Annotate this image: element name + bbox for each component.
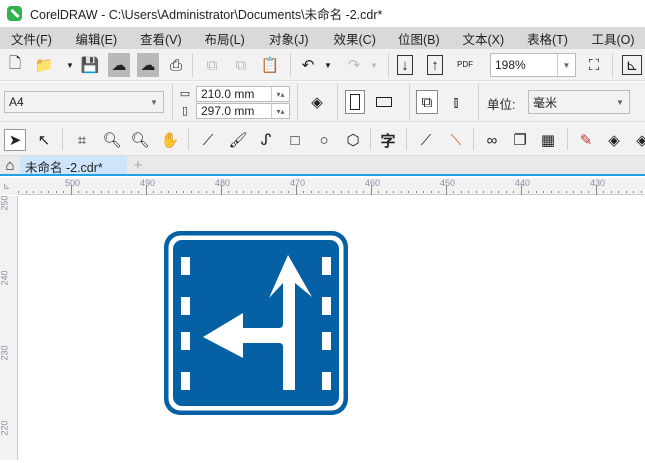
cut-icon[interactable]: ⧉ (202, 55, 222, 75)
menu-bitmaps[interactable]: 位图(B) (387, 29, 452, 48)
export-cloud-icon[interactable]: ☁ (137, 53, 159, 77)
smart-fill-icon[interactable]: ◈ (632, 130, 645, 150)
page-size-dropdown-icon[interactable]: ▼ (145, 92, 163, 112)
document-tab-bar: ⌂ 未命名 -2.cdr* + (0, 156, 645, 176)
all-pages-button[interactable]: ⧉ (416, 90, 438, 114)
dimension-tool-icon[interactable]: ⟋ (416, 130, 436, 150)
undo-dropdown-icon[interactable]: ▼ (318, 55, 338, 75)
page-size-select[interactable]: A4▼ (4, 91, 164, 113)
width-spinner[interactable]: ▾▴ (271, 87, 289, 101)
unit-select[interactable]: 毫米▼ (528, 90, 630, 114)
ruler-label: 490 (140, 178, 155, 188)
paste-icon[interactable]: 📋 (260, 55, 280, 75)
menu-file[interactable]: 文件(F) (0, 29, 65, 48)
zoom-dropdown-icon[interactable]: ▼ (557, 54, 575, 76)
drop-shadow-icon[interactable]: ❐ (510, 130, 530, 150)
ruler-label: 470 (290, 178, 305, 188)
unit-dropdown-icon[interactable]: ▼ (611, 91, 629, 113)
pick-tool-icon[interactable]: ➤ (4, 129, 26, 151)
artistic-media-icon[interactable]: 🖌 (228, 130, 248, 150)
ruler-label: 230 (0, 345, 10, 360)
pen-tool-icon[interactable]: ᔑ (256, 130, 276, 150)
height-spinner[interactable]: ▾▴ (271, 104, 289, 118)
menu-tools[interactable]: 工具(O) (581, 29, 645, 48)
menu-object[interactable]: 对象(J) (258, 29, 323, 48)
pan-tool-icon[interactable]: ✋ (160, 130, 180, 150)
new-document-icon[interactable]: 🗋 (5, 55, 25, 75)
current-page-button[interactable]: ⫾ (446, 92, 466, 112)
zoom-tool-icon[interactable]: 🔍︎ (102, 130, 122, 150)
portrait-button[interactable] (345, 90, 365, 114)
menu-text[interactable]: 文本(X) (452, 29, 517, 48)
shape-tool-icon[interactable]: ↖ (34, 130, 54, 150)
drawing-canvas[interactable] (19, 196, 645, 460)
copy-icon[interactable]: ⧉ (231, 55, 251, 75)
ellipse-tool-icon[interactable]: ○ (314, 130, 334, 150)
home-icon[interactable]: ⌂ (1, 156, 19, 174)
crop-tool-icon[interactable]: ⌗ (72, 130, 92, 150)
page-width-input[interactable]: 210.0 mm▾▴ (196, 86, 290, 102)
open-icon[interactable]: 📁 (34, 55, 54, 75)
full-screen-icon[interactable]: ⛶ (584, 55, 604, 75)
property-bar: A4▼ ▭ 210.0 mm▾▴ ▯ 297.0 mm▾▴ ◈ ⧉ ⫾ 单位: … (0, 82, 645, 122)
tab-document[interactable]: 未命名 -2.cdr* (20, 156, 127, 174)
freehand-tool-icon[interactable]: ⟋ (198, 130, 218, 150)
redo-dropdown-icon[interactable]: ▼ (364, 55, 384, 75)
ruler-label: 220 (0, 420, 10, 435)
ruler-label: 430 (590, 178, 605, 188)
print-icon[interactable]: ⎙ (166, 55, 186, 75)
toolbox: ➤ ↖ ⌗ 🔍︎ 🔍︎ ✋ ⟋ 🖌 ᔑ □ ○ ⬡ 字 ⟋ ⟍ ∞ ❐ ▦ ✎ … (0, 122, 645, 156)
page-height-input[interactable]: 297.0 mm▾▴ (196, 103, 290, 119)
ruler-label: 460 (365, 178, 380, 188)
import-cloud-icon[interactable]: ☁ (108, 53, 130, 77)
horizontal-ruler[interactable]: 500 490 480 470 460 450 440 430 (18, 178, 645, 195)
add-tab-button[interactable]: + (129, 156, 147, 174)
menu-table[interactable]: 表格(T) (516, 29, 581, 48)
page-height-icon: ▯ (178, 103, 192, 117)
menu-view[interactable]: 查看(V) (129, 29, 194, 48)
text-tool-icon[interactable]: 字 (378, 130, 398, 150)
menu-bar: 文件(F) 编辑(E) 查看(V) 布局(L) 对象(J) 效果(C) 位图(B… (0, 27, 645, 49)
ruler-label: 450 (440, 178, 455, 188)
ruler-label: 500 (65, 178, 80, 188)
unit-label: 单位: (487, 94, 515, 113)
connector-tool-icon[interactable]: ⟍ (446, 130, 466, 150)
page-width-icon: ▭ (178, 86, 192, 100)
export-icon[interactable]: ↑ (427, 55, 443, 75)
title-bar: CorelDRAW - C:\Users\Administrator\Docum… (0, 0, 645, 27)
coreldraw-logo-icon (7, 6, 22, 21)
menu-effects[interactable]: 效果(C) (323, 29, 388, 48)
rectangle-tool-icon[interactable]: □ (285, 130, 305, 150)
transparency-tool-icon[interactable]: ▦ (538, 130, 558, 150)
open-dropdown-icon[interactable]: ▼ (60, 55, 80, 75)
window-title: CorelDRAW - C:\Users\Administrator\Docum… (30, 4, 382, 23)
import-icon[interactable]: ↓ (397, 55, 413, 75)
options-icon[interactable]: ⊾ (622, 55, 642, 75)
ruler-label: 250 (0, 195, 10, 210)
undo-icon[interactable]: ↶ (298, 55, 318, 75)
zoom-out-tool-icon[interactable]: 🔍︎ (130, 130, 150, 150)
zoom-level-input[interactable]: 198%▼ (490, 53, 576, 77)
page-orientation-all-icon[interactable]: ◈ (307, 92, 327, 112)
save-icon[interactable]: 💾 (80, 55, 100, 75)
ruler-label: 440 (515, 178, 530, 188)
interactive-fill-icon[interactable]: ◈ (604, 130, 624, 150)
blend-tool-icon[interactable]: ∞ (482, 130, 502, 150)
export-pdf-icon[interactable]: PDF (455, 54, 475, 74)
landscape-button[interactable] (374, 92, 394, 112)
sign-blue-field (173, 240, 339, 406)
ruler-label: 240 (0, 270, 10, 285)
lane-direction-sign[interactable] (19, 196, 645, 460)
redo-icon[interactable]: ↷ (344, 55, 364, 75)
menu-edit[interactable]: 编辑(E) (65, 29, 130, 48)
standard-toolbar: 🗋 📁 ▼ 💾 ☁ ☁ ⎙ ⧉ ⧉ 📋 ↶ ▼ ↷ ▼ ↓ ↑ PDF 198%… (0, 49, 645, 81)
eyedropper-icon[interactable]: ✎ (576, 130, 596, 150)
ruler-label: 480 (215, 178, 230, 188)
polygon-tool-icon[interactable]: ⬡ (343, 130, 363, 150)
menu-layout[interactable]: 布局(L) (194, 29, 259, 48)
vertical-ruler[interactable]: 250 240 230 220 (0, 196, 18, 460)
ruler-origin-icon[interactable]: ⊾ (0, 178, 18, 195)
